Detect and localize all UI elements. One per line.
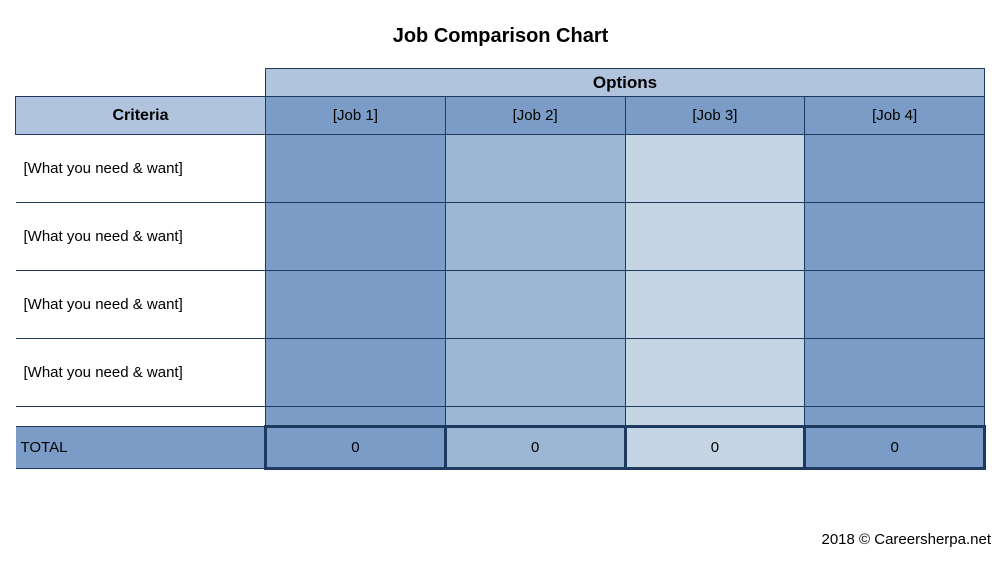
data-cell: [805, 271, 985, 339]
criteria-label: [What you need & want]: [16, 339, 266, 407]
spacer-cell: [266, 407, 446, 427]
data-cell: [805, 203, 985, 271]
data-cell: [266, 203, 446, 271]
job-header-1: [Job 1]: [266, 97, 446, 135]
data-cell: [625, 271, 805, 339]
data-cell: [445, 339, 625, 407]
criteria-label: [What you need & want]: [16, 203, 266, 271]
spacer-cell: [805, 407, 985, 427]
spacer-cell: [16, 407, 266, 427]
data-cell: [625, 339, 805, 407]
criteria-header: Criteria: [16, 97, 266, 135]
total-value-3: 0: [625, 427, 805, 469]
criteria-row: [What you need & want]: [16, 135, 985, 203]
data-cell: [445, 271, 625, 339]
page-title: Job Comparison Chart: [0, 0, 1001, 68]
job-header-3: [Job 3]: [625, 97, 805, 135]
footer-copyright: 2018 © Careersherpa.net: [822, 531, 992, 548]
data-cell: [805, 339, 985, 407]
job-header-4: [Job 4]: [805, 97, 985, 135]
criteria-row: [What you need & want]: [16, 271, 985, 339]
data-cell: [625, 135, 805, 203]
column-header-row: Criteria [Job 1] [Job 2] [Job 3] [Job 4]: [16, 97, 985, 135]
spacer-row: [16, 407, 985, 427]
data-cell: [445, 203, 625, 271]
spacer-cell: [445, 407, 625, 427]
data-cell: [266, 135, 446, 203]
criteria-row: [What you need & want]: [16, 203, 985, 271]
spacer-cell: [625, 407, 805, 427]
criteria-label: [What you need & want]: [16, 271, 266, 339]
total-label: TOTAL: [16, 427, 266, 469]
data-cell: [445, 135, 625, 203]
options-header: Options: [266, 69, 985, 97]
total-row: TOTAL 0 0 0 0: [16, 427, 985, 469]
job-header-2: [Job 2]: [445, 97, 625, 135]
data-cell: [266, 339, 446, 407]
data-cell: [625, 203, 805, 271]
empty-corner: [16, 69, 266, 97]
comparison-table: Options Criteria [Job 1] [Job 2] [Job 3]…: [15, 68, 986, 470]
total-value-4: 0: [805, 427, 985, 469]
data-cell: [805, 135, 985, 203]
data-cell: [266, 271, 446, 339]
options-header-row: Options: [16, 69, 985, 97]
total-value-2: 0: [445, 427, 625, 469]
criteria-label: [What you need & want]: [16, 135, 266, 203]
criteria-row: [What you need & want]: [16, 339, 985, 407]
total-value-1: 0: [266, 427, 446, 469]
comparison-table-container: Options Criteria [Job 1] [Job 2] [Job 3]…: [0, 68, 1001, 470]
